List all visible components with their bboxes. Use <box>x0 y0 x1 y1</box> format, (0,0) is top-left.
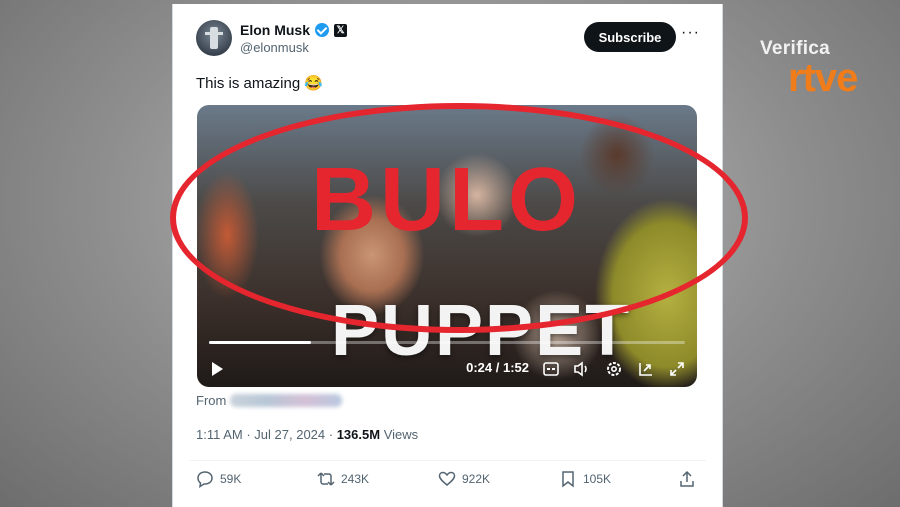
tweet-card: Elon Musk 𝕏 @elonmusk Subscribe ··· This… <box>172 4 723 507</box>
video-progress-bar[interactable] <box>209 341 685 344</box>
tweet-actions: 59K 243K 922K 105K <box>196 470 700 494</box>
reply-count: 59K <box>220 472 242 486</box>
views-count: 136.5M <box>336 427 381 442</box>
pip-icon[interactable] <box>638 361 654 377</box>
divider <box>189 460 706 461</box>
brand-rtve-text: rtve <box>788 56 858 100</box>
play-icon[interactable] <box>209 361 225 377</box>
author-name[interactable]: Elon Musk <box>240 22 310 38</box>
repost-button[interactable]: 243K <box>317 470 369 488</box>
fullscreen-icon[interactable] <box>669 361 685 377</box>
verified-badge-icon[interactable] <box>315 23 330 37</box>
author-row: Elon Musk 𝕏 <box>240 22 348 38</box>
video-progress-fill <box>209 341 311 344</box>
video-duration: 1:52 <box>502 360 529 375</box>
like-button[interactable]: 922K <box>438 470 490 488</box>
repost-icon <box>317 472 335 486</box>
bookmark-icon <box>562 471 574 488</box>
heart-icon <box>438 471 456 486</box>
captions-icon[interactable] <box>543 362 559 376</box>
tweet-date[interactable]: Jul 27, 2024 <box>254 427 325 442</box>
more-options-icon[interactable]: ··· <box>681 24 700 42</box>
volume-icon[interactable] <box>573 361 591 377</box>
views-label: Views <box>380 427 419 442</box>
from-label: From <box>196 393 227 408</box>
repost-count: 243K <box>341 472 370 486</box>
video-player[interactable]: PUPPET 0:24 / 1:52 <box>197 105 697 387</box>
avatar[interactable] <box>196 20 232 56</box>
settings-icon[interactable] <box>606 361 622 377</box>
x-logo-icon[interactable]: 𝕏 <box>334 23 348 37</box>
author-handle[interactable]: @elonmusk <box>240 40 309 55</box>
verifica-rtve-logo: Verifica rtve <box>760 38 880 98</box>
tweet-meta: 1:11 AM · Jul 27, 2024 · 136.5M Views <box>196 427 419 442</box>
video-current-time: 0:24 <box>466 360 493 375</box>
share-icon <box>680 470 694 487</box>
reply-button[interactable]: 59K <box>196 470 241 488</box>
bookmark-count: 105K <box>583 472 612 486</box>
video-source: From <box>196 393 343 408</box>
video-time: 0:24 / 1:52 <box>466 360 529 375</box>
reply-icon <box>197 471 213 488</box>
subscribe-button[interactable]: Subscribe <box>584 22 676 52</box>
video-controls: 0:24 / 1:52 <box>197 347 697 387</box>
tweet-time[interactable]: 1:11 AM <box>196 427 243 442</box>
share-button[interactable] <box>678 470 696 488</box>
tweet-text: This is amazing 😂 <box>196 75 324 92</box>
like-count: 922K <box>462 472 491 486</box>
blurred-source-account <box>230 394 343 407</box>
bookmark-button[interactable]: 105K <box>559 470 611 488</box>
